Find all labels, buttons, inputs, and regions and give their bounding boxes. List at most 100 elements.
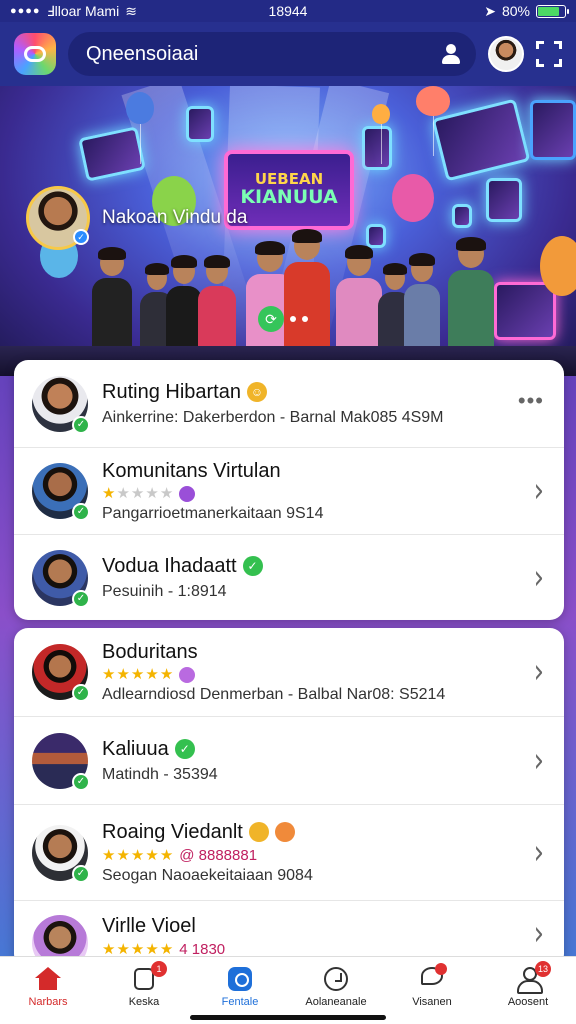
nav-item-home[interactable]: Narbars <box>0 957 96 1024</box>
more-options-icon[interactable]: ••• <box>518 388 544 414</box>
item-title: Kaliuua <box>102 737 169 760</box>
star-rating: ★ ★ ★ ★ ★ <box>102 848 173 863</box>
avatar: ✓ <box>32 463 90 521</box>
item-title: Virlle Vioel <box>102 915 196 937</box>
item-subtitle: Matindh - 35394 <box>102 765 218 783</box>
item-title: Roaing Viedanlt <box>102 820 243 843</box>
nav-item-aolaneanale[interactable]: Aolaneanale <box>288 957 384 1024</box>
avatar[interactable] <box>488 36 524 72</box>
avatar: ✓ <box>32 549 90 608</box>
star-filled-icon: ★ <box>116 846 130 864</box>
item-subtitle: Ainkerrine: Dakerberdon - Barnal Mak085 … <box>102 408 444 426</box>
avatar: ✓ <box>32 732 90 791</box>
item-title: Vodua Ihadaatt <box>102 554 237 577</box>
create-icon <box>227 967 253 991</box>
star-filled-icon: ★ <box>159 666 174 683</box>
list-item[interactable]: ✓ Komunitans Virtulan ★ ★ ★ ★ ★ Pangarrioetm… <box>14 447 564 534</box>
star-filled-icon: ★ <box>159 846 174 864</box>
scan-icon[interactable] <box>536 41 562 67</box>
item-title: Ruting Hibartan <box>102 380 241 403</box>
wifi-icon: ≋ <box>125 2 137 19</box>
nav-label: Aoosent <box>507 996 549 1008</box>
item-title: Boduritans <box>102 640 198 663</box>
clock-icon <box>323 967 349 991</box>
nav-item-fentale[interactable]: Fentale <box>192 957 288 1024</box>
star-filled-icon: ★ <box>116 666 130 683</box>
star-empty-icon: ★ <box>130 485 145 502</box>
bottom-nav: Narbars 1 Keska Fentale Aolaneanale Visa… <box>0 956 576 1024</box>
badge-emoji-icon <box>179 485 196 502</box>
star-filled-icon: ★ <box>130 941 145 958</box>
chevron-right-icon[interactable]: › <box>534 744 544 778</box>
nav-item-visanen[interactable]: Visanen <box>384 957 480 1024</box>
location-arrow-icon: ➤ <box>484 2 496 19</box>
list-item[interactable]: ✓ Boduritans ★ ★ ★ ★ ★ Adlearndiosd Denmerba… <box>14 628 564 716</box>
carrier-name: Ⅎlloar Mami <box>46 2 120 19</box>
app-logo-icon[interactable] <box>14 33 56 75</box>
battery-icon <box>536 4 569 18</box>
star-filled-icon: ★ <box>130 666 145 683</box>
star-filled-icon: ★ <box>145 666 159 683</box>
star-rating: ★ ★ ★ ★ ★ <box>102 942 173 957</box>
nav-label: Keska <box>128 996 160 1008</box>
signal-icon: ●●●● <box>10 5 41 17</box>
nav-label: Narbars <box>28 996 68 1008</box>
star-filled-icon: ★ <box>130 846 145 864</box>
nav-label: Visanen <box>412 996 452 1008</box>
star-filled-icon: ★ <box>159 941 174 958</box>
user-icon[interactable] <box>440 43 462 65</box>
star-rating: ★ ★ ★ ★ ★ <box>102 486 173 501</box>
notification-badge: 1 <box>151 961 167 977</box>
smile-emoji-icon: ☺ <box>246 382 267 402</box>
check-emoji-icon: ✓ <box>174 739 195 759</box>
badge-emoji-icon <box>274 822 295 842</box>
chevron-right-icon[interactable]: › <box>534 917 544 951</box>
status-bar: ●●●● Ⅎlloar Mami ≋ 18944 ➤ 80% <box>0 0 576 22</box>
search-bar[interactable]: Qneensoiaai <box>68 32 476 76</box>
star-filled-icon: ★ <box>145 941 159 958</box>
list-item[interactable]: ✓ Kaliuua ✓ Matindh - 35394 › <box>14 716 564 804</box>
verified-icon: ✓ <box>72 503 90 521</box>
featured-card: ✓ Ruting Hibartan ☺ Ainkerrine: Dakerber… <box>14 360 564 620</box>
play-icon[interactable]: ⟳ <box>258 306 284 332</box>
home-icon <box>35 967 61 991</box>
star-filled-icon: ★ <box>116 941 130 958</box>
item-subtitle: Adlearndiosd Denmerban - Balbal Nar08: S… <box>102 685 446 703</box>
rating-text: @ 8888881 <box>179 846 258 864</box>
nav-item-aoosent[interactable]: 13 Aoosent <box>480 957 576 1024</box>
profile-icon: 13 <box>515 961 551 994</box>
verified-icon: ✓ <box>72 772 90 791</box>
avatar: ✓ <box>32 375 90 434</box>
chevron-right-icon[interactable]: › <box>534 561 544 595</box>
star-empty-icon: ★ <box>159 485 174 502</box>
list-item[interactable]: ✓ Roaing Viedanlt ★ ★ ★ ★ ★ @ 8888881 Seogan… <box>14 804 564 900</box>
star-filled-icon: ★ <box>102 941 116 958</box>
smile-emoji-icon <box>248 822 269 842</box>
carousel-indicator[interactable]: ⟳ <box>258 304 318 334</box>
star-filled-icon: ★ <box>145 846 159 864</box>
verified-icon: ✓ <box>72 864 90 883</box>
avatar[interactable]: ✓ <box>26 186 90 250</box>
chat-icon <box>419 963 447 991</box>
star-filled-icon: ★ <box>102 485 116 502</box>
app-header: Qneensoiaai <box>0 22 576 86</box>
verified-icon: ✓ <box>73 229 89 245</box>
list-item[interactable]: ✓ Ruting Hibartan ☺ Ainkerrine: Dakerber… <box>14 360 564 447</box>
hero-user-name: Nakoan Vindu da <box>102 207 248 228</box>
item-title: Komunitans Virtulan <box>102 459 281 482</box>
nav-label: Aolaneanale <box>305 996 367 1008</box>
star-filled-icon: ★ <box>102 846 116 864</box>
nav-label: Fentale <box>221 996 259 1008</box>
search-text[interactable]: Qneensoiaai <box>86 43 440 66</box>
community-card: ✓ Boduritans ★ ★ ★ ★ ★ Adlearndiosd Denmerba… <box>14 628 564 968</box>
chevron-right-icon[interactable]: › <box>534 836 544 870</box>
avatar: ✓ <box>32 644 90 702</box>
sign-line-2: KIANUUA <box>240 185 338 208</box>
verified-icon: ✓ <box>72 415 90 434</box>
nav-item-keska[interactable]: 1 Keska <box>96 957 192 1024</box>
star-empty-icon: ★ <box>116 485 130 502</box>
chevron-right-icon[interactable]: › <box>534 655 544 689</box>
chevron-right-icon[interactable]: › <box>534 474 544 508</box>
hero-user[interactable]: ✓ Nakoan Vindu da <box>26 186 247 250</box>
list-item[interactable]: ✓ Vodua Ihadaatt ✓ Pesuinih - 1:8914 › <box>14 534 564 620</box>
